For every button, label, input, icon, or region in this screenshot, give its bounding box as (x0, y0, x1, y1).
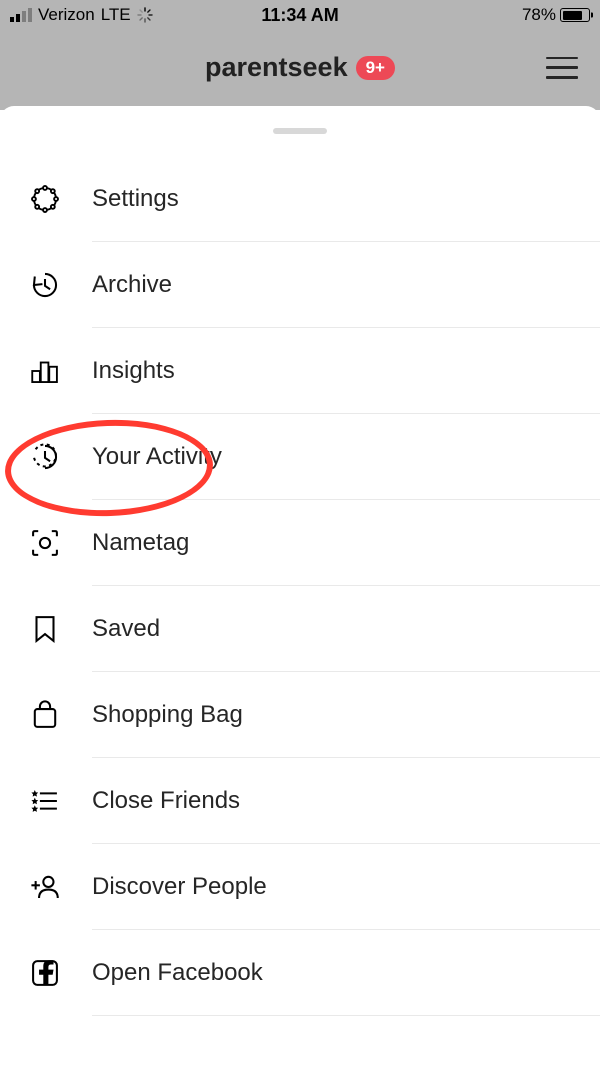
menu-item-shopping-bag[interactable]: Shopping Bag (0, 672, 600, 758)
menu-item-settings[interactable]: Settings (0, 156, 600, 242)
menu-label: Nametag (92, 529, 189, 557)
sheet-grabber[interactable] (273, 128, 327, 134)
archive-icon (24, 264, 66, 306)
battery-fill (563, 11, 583, 20)
activity-icon (24, 436, 66, 478)
menu-label: Discover People (92, 873, 267, 901)
status-bar: Verizon LTE 11:34 AM 78% (0, 0, 600, 30)
battery-icon (560, 8, 590, 22)
menu-label: Saved (92, 615, 160, 643)
settings-icon (24, 178, 66, 220)
menu-item-saved[interactable]: Saved (0, 586, 600, 672)
menu-item-open-facebook[interactable]: Open Facebook (0, 930, 600, 1016)
menu-list: Settings Archive Insights (0, 156, 600, 1016)
clock: 11:34 AM (261, 5, 338, 26)
discover-people-icon (24, 866, 66, 908)
network-label: LTE (101, 5, 131, 25)
insights-icon (24, 350, 66, 392)
page-title: parentseek 9+ (205, 52, 395, 83)
menu-item-your-activity[interactable]: Your Activity (0, 414, 600, 500)
menu-item-insights[interactable]: Insights (0, 328, 600, 414)
facebook-icon (24, 952, 66, 994)
menu-label: Insights (92, 357, 175, 385)
menu-label: Open Facebook (92, 959, 263, 987)
menu-label: Your Activity (92, 443, 222, 471)
menu-item-archive[interactable]: Archive (0, 242, 600, 328)
menu-item-discover-people[interactable]: Discover People (0, 844, 600, 930)
menu-icon[interactable] (546, 57, 578, 79)
close-friends-icon (24, 780, 66, 822)
app-header: parentseek 9+ (0, 30, 600, 105)
menu-label: Shopping Bag (92, 701, 243, 729)
loading-spinner-icon (137, 7, 153, 23)
battery-percent: 78% (522, 5, 556, 25)
saved-icon (24, 608, 66, 650)
menu-label: Settings (92, 185, 179, 213)
menu-label: Archive (92, 271, 172, 299)
carrier-label: Verizon (38, 5, 95, 25)
status-right: 78% (522, 5, 590, 25)
menu-item-nametag[interactable]: Nametag (0, 500, 600, 586)
account-name: parentseek (205, 52, 348, 83)
menu-item-close-friends[interactable]: Close Friends (0, 758, 600, 844)
menu-label: Close Friends (92, 787, 240, 815)
notification-badge: 9+ (356, 56, 395, 80)
shopping-bag-icon (24, 694, 66, 736)
status-left: Verizon LTE (10, 5, 153, 25)
nametag-icon (24, 522, 66, 564)
options-sheet: Settings Archive Insights (0, 106, 600, 1067)
signal-icon (10, 8, 32, 22)
